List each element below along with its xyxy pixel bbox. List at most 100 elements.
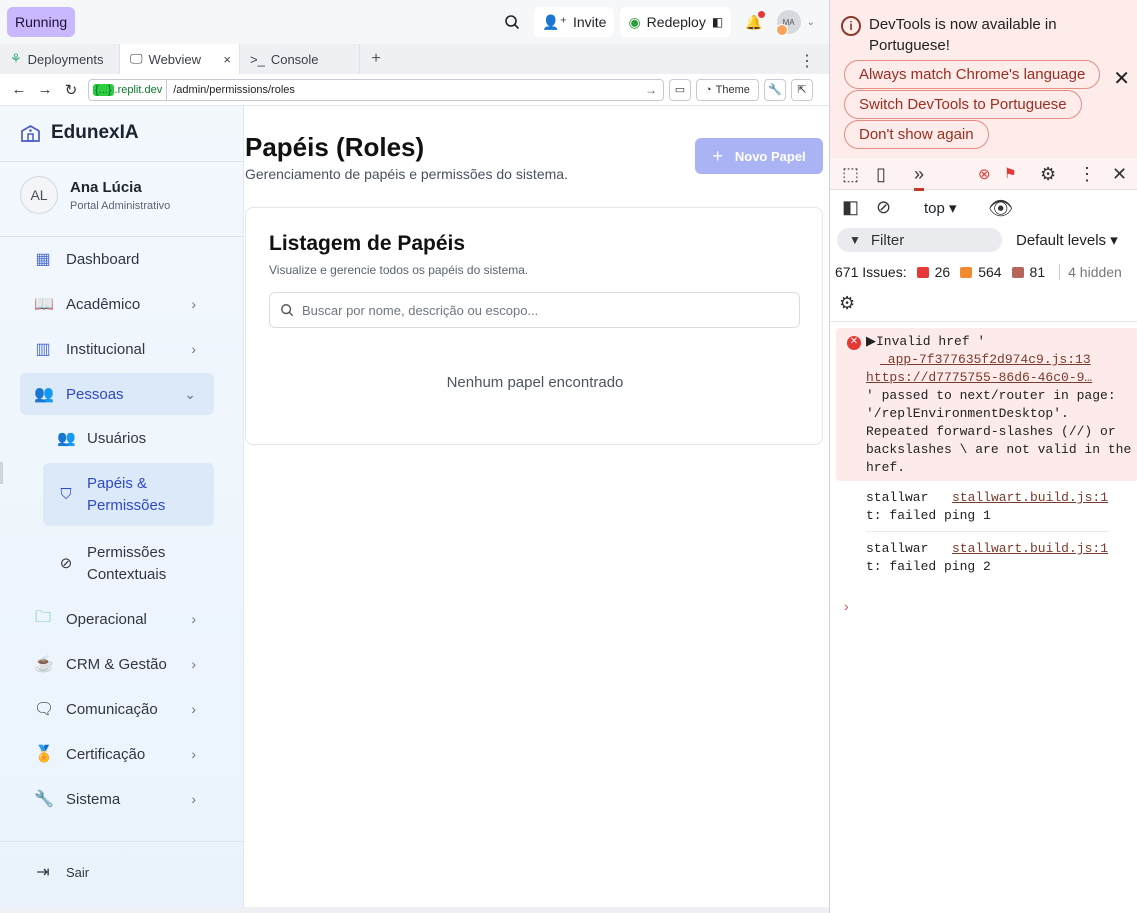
info-icon: i <box>841 16 861 36</box>
url-input[interactable]: {...} .replit.dev /admin/permissions/rol… <box>88 78 664 101</box>
shield-icon: ⛉ <box>60 485 72 503</box>
issues-flag-icon[interactable]: ⚑ <box>1004 165 1017 182</box>
open-external-icon[interactable]: ⇱ <box>790 78 813 101</box>
search-icon[interactable] <box>496 7 528 37</box>
reload-icon[interactable]: ↻ <box>58 81 84 99</box>
more-options-icon[interactable]: ⋮ <box>799 51 815 71</box>
divider <box>0 161 244 162</box>
check-circle-icon: ⊘ <box>59 555 73 572</box>
sidebar-item-certificacao[interactable]: 🏅 Certificação › <box>20 733 214 775</box>
tab-label: Webview <box>148 51 202 67</box>
page-title: Papéis (Roles) <box>245 132 425 162</box>
sidebar-item-comunicacao[interactable]: 🗨 Comunicação › <box>20 688 214 730</box>
dont-show-again-button[interactable]: Don't show again <box>844 120 989 149</box>
devices-icon[interactable]: ▭ <box>669 78 691 101</box>
source-link[interactable]: stallwart.build.js:1 <box>952 540 1108 558</box>
console-log-message[interactable]: stallwar stallwart.build.js:1 t: failed p… <box>866 532 1108 582</box>
more-panels-icon[interactable]: » <box>914 164 925 191</box>
clear-console-icon[interactable]: ⊘ <box>876 197 891 218</box>
more-options-icon[interactable]: ⋮ <box>1078 164 1096 185</box>
new-role-button[interactable]: + Novo Papel <box>695 138 823 174</box>
source-link[interactable]: _app-7f377635f2d974c9.js:13 <box>880 352 1091 367</box>
sidebar-toggle-icon[interactable]: ◧ <box>842 197 859 218</box>
logout-button[interactable]: ⇥ Sair <box>20 851 214 893</box>
app-sidebar: EdunexIA AL Ana Lúcia Portal Administrat… <box>0 106 244 907</box>
close-icon[interactable]: ✕ <box>1113 66 1130 91</box>
user-profile[interactable]: AL Ana Lúcia Portal Administrativo <box>20 176 170 214</box>
console-prompt-chevron-icon[interactable]: › <box>844 598 1137 614</box>
notifications-bell-icon[interactable]: 🔔 <box>737 7 770 37</box>
forward-arrow-icon[interactable]: → <box>32 81 58 98</box>
sidebar-subitem-papeis-permissoes[interactable]: ⛉ Papéis & Permissões <box>43 463 214 526</box>
deploy-menu-icon[interactable]: ◧ <box>712 15 723 29</box>
empty-state-message: Nenhum papel encontrado <box>446 374 624 391</box>
expand-triangle-icon[interactable]: ▶ <box>866 334 876 349</box>
issues-summary[interactable]: 671 Issues: 26 564 81 4 hidden <box>835 264 1122 280</box>
theme-button[interactable]: ◔ Theme <box>696 78 759 101</box>
console-error-message[interactable]: ✕ ▶Invalid href ' _app-7f377635f2d974c9.… <box>836 328 1137 481</box>
sidebar-item-dashboard[interactable]: ▦ Dashboard <box>20 238 214 280</box>
book-open-icon: 📖 <box>34 296 54 313</box>
sidebar-item-operacional[interactable]: 🗀 Operacional › <box>20 598 214 640</box>
invite-button[interactable]: 👤⁺ Invite <box>534 7 615 37</box>
url-link[interactable]: https://d7775755-86d6-46c0-9… <box>866 370 1092 385</box>
user-name: Ana Lúcia <box>70 178 142 196</box>
context-selector[interactable]: top ▾ <box>924 199 957 217</box>
sidebar-item-sistema[interactable]: 🔧 Sistema › <box>20 778 214 820</box>
close-tab-icon[interactable]: × <box>223 52 231 67</box>
resize-handle[interactable] <box>0 462 3 484</box>
devtools-wrench-icon[interactable]: 🔧 <box>763 78 786 101</box>
always-match-language-button[interactable]: Always match Chrome's language <box>844 60 1101 89</box>
sidebar-subitem-permissoes-contextuais[interactable]: ⊘ Permissões Contextuais <box>43 541 214 587</box>
folder-icon: 🗀 <box>34 608 51 626</box>
go-arrow-icon[interactable]: → <box>645 83 663 97</box>
sidebar-item-academico[interactable]: 📖 Acadêmico › <box>20 283 214 325</box>
divider <box>0 841 244 842</box>
sidebar-item-label: Usuários <box>87 430 147 447</box>
inspect-element-icon[interactable]: ⬚ <box>842 164 859 185</box>
sidebar-item-label: Sistema <box>66 790 121 808</box>
url-path[interactable]: /admin/permissions/roles <box>167 84 645 96</box>
sidebar-item-pessoas[interactable]: 👥 Pessoas ⌄ <box>20 373 214 415</box>
settings-gear-icon[interactable]: ⚙ <box>1040 164 1056 185</box>
error-count-icon[interactable]: ⊗ <box>978 165 991 183</box>
device-toggle-icon[interactable]: ▯ <box>876 164 886 185</box>
running-status-button[interactable]: Running <box>7 7 76 37</box>
tab-console[interactable]: >_ Console <box>240 44 360 74</box>
sidebar-item-crm-gestao[interactable]: ☕ CRM & Gestão › <box>20 643 214 685</box>
brand[interactable]: EdunexIA <box>20 122 139 144</box>
source-link[interactable]: stallwart.build.js:1 <box>952 489 1108 507</box>
page-subtitle: Gerenciamento de papéis e permissões do … <box>245 166 568 182</box>
close-devtools-icon[interactable]: ✕ <box>1112 164 1127 185</box>
log-text: stallwar <box>866 541 929 556</box>
log-levels-dropdown[interactable]: Default levels ▾ <box>1016 231 1118 249</box>
switch-to-portuguese-button[interactable]: Switch DevTools to Portuguese <box>844 90 1082 119</box>
issues-info-count: 81 <box>1029 264 1046 280</box>
account-avatar[interactable]: MA <box>775 10 801 36</box>
replit-topbar: Running 👤⁺ Invite ◉ Redeploy ◧ 🔔 MA ⌄ <box>0 0 829 44</box>
redeploy-button[interactable]: ◉ Redeploy ◧ <box>620 7 732 37</box>
chevron-down-icon: ⌄ <box>184 385 196 402</box>
search-box[interactable] <box>269 292 800 328</box>
palette-icon: ◔ <box>705 83 712 96</box>
back-arrow-icon[interactable]: ← <box>6 81 32 98</box>
console-settings-gear-icon[interactable]: ⚙ <box>839 293 855 314</box>
error-issue-icon <box>916 266 929 278</box>
search-input[interactable] <box>302 302 799 318</box>
add-tab-icon[interactable]: + <box>364 44 388 74</box>
tab-deployments[interactable]: ⚘ Deployments <box>0 44 120 74</box>
sidebar-item-label: Operacional <box>66 610 147 628</box>
console-filter-input[interactable]: ▼ Filter <box>837 228 1002 252</box>
school-building-icon <box>21 125 40 142</box>
replit-domain-badge: {...} <box>93 83 114 96</box>
add-user-icon: 👤⁺ <box>542 13 567 30</box>
tab-webview[interactable]: 🖵 Webview × <box>120 44 240 74</box>
chevron-down-icon[interactable]: ⌄ <box>807 17 815 28</box>
sidebar-subitem-usuarios[interactable]: 👥 Usuários <box>43 428 214 450</box>
coffee-cup-icon: ☕ <box>34 656 54 673</box>
live-expression-eye-icon[interactable]: 👁 <box>988 196 1013 221</box>
sidebar-item-institucional[interactable]: ▥ Institucional › <box>20 328 214 370</box>
tab-label: Console <box>270 51 319 67</box>
console-log-message[interactable]: stallwar stallwart.build.js:1 t: failed p… <box>866 481 1108 532</box>
main-content: Papéis (Roles) Gerenciamento de papéis e… <box>245 106 829 907</box>
